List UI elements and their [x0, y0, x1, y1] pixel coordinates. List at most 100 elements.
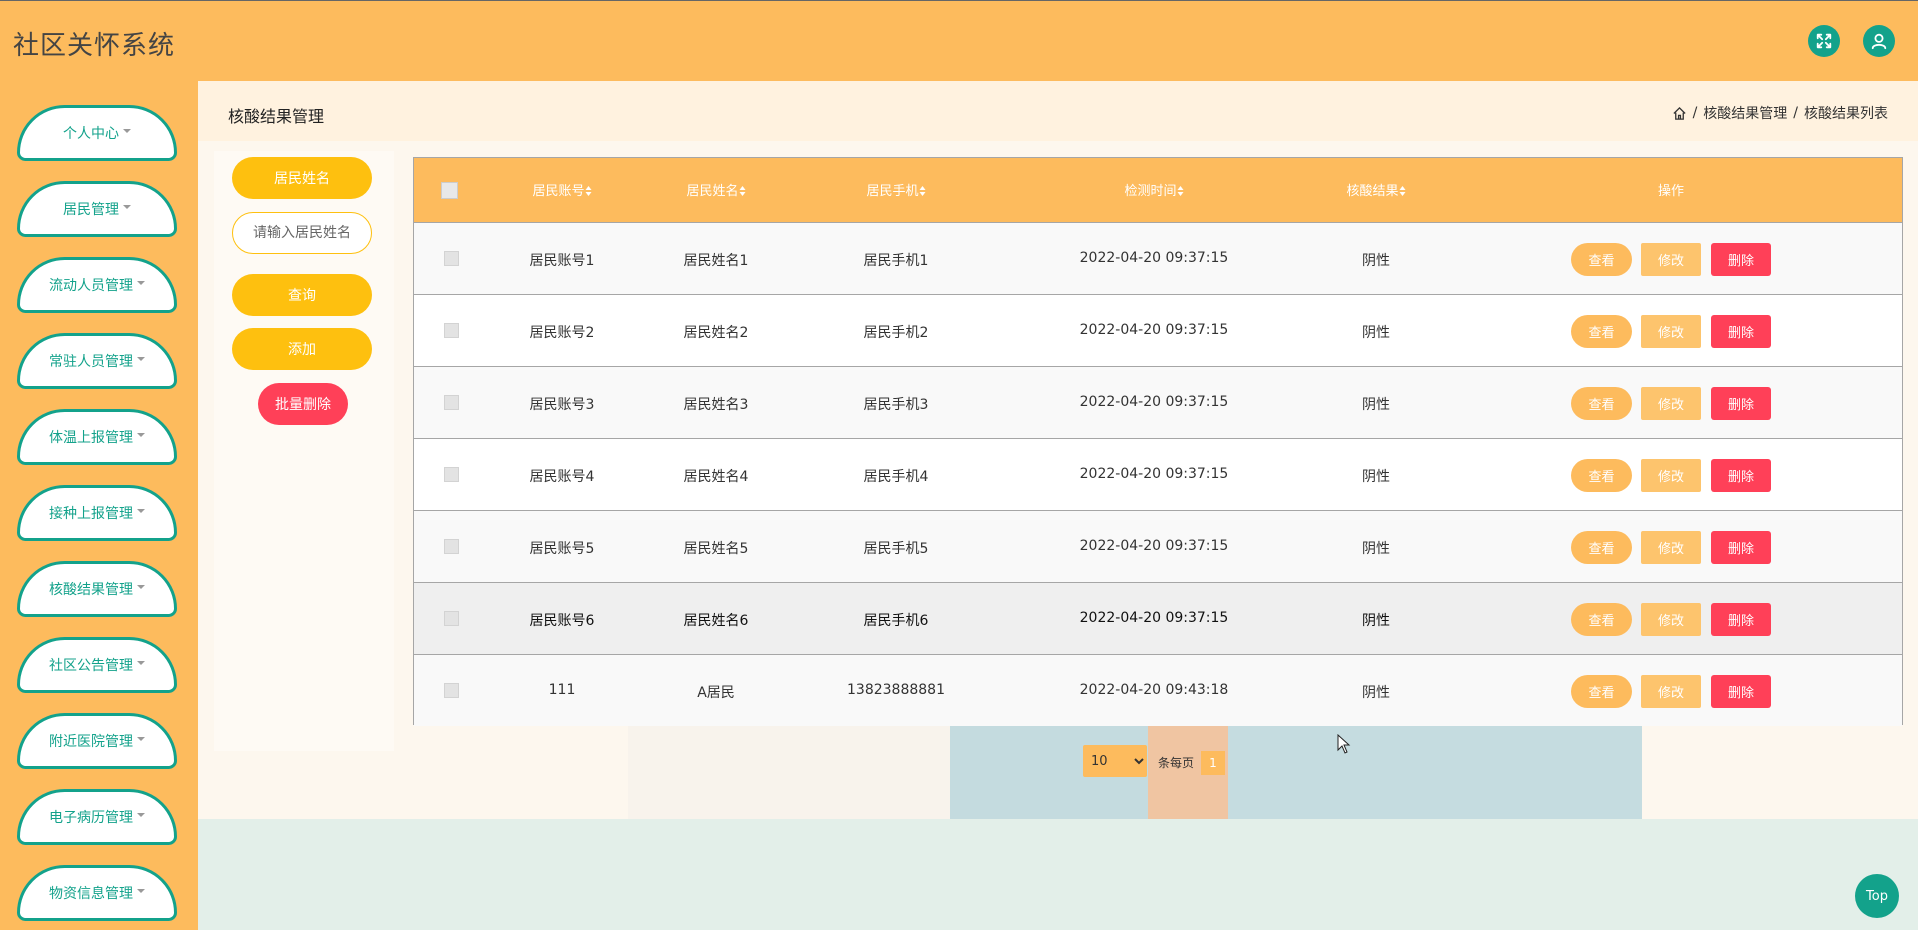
view-button[interactable]: 查看 — [1571, 315, 1632, 348]
table-header: 居民账号 居民姓名 居民手机 检测时间 核酸结果 操作 — [414, 158, 1902, 222]
back-to-top-button[interactable]: Top — [1855, 874, 1899, 918]
view-button[interactable]: 查看 — [1571, 603, 1632, 636]
row-checkbox[interactable] — [444, 395, 459, 410]
cell-account: 111 — [548, 682, 576, 698]
caret-down-icon — [123, 129, 131, 133]
caret-down-icon — [137, 585, 145, 589]
cell-time: 2022-04-20 09:37:15 — [1079, 394, 1229, 410]
select-all-checkbox[interactable] — [441, 182, 458, 199]
caret-down-icon — [137, 433, 145, 437]
sidebar-item-temperature-report[interactable]: 体温上报管理 — [17, 409, 177, 465]
delete-button[interactable]: 删除 — [1711, 531, 1771, 564]
breadcrumb-item-module[interactable]: 核酸结果管理 — [1703, 103, 1787, 123]
fullscreen-button[interactable] — [1808, 25, 1840, 57]
caret-down-icon — [137, 889, 145, 893]
row-checkbox[interactable] — [444, 611, 459, 626]
page-title: 核酸结果管理 — [228, 107, 325, 126]
column-header-result[interactable]: 核酸结果 — [1346, 180, 1406, 199]
delete-button[interactable]: 删除 — [1711, 387, 1771, 420]
sidebar-item-supplies[interactable]: 物资信息管理 — [17, 865, 177, 921]
cell-name: 居民姓名4 — [683, 469, 749, 485]
sidebar-item-label: 常驻人员管理 — [49, 354, 133, 370]
table-row[interactable]: 居民账号2 居民姓名2 居民手机2 2022-04-20 09:37:15 阴性 查看 修改… — [414, 294, 1902, 366]
row-checkbox[interactable] — [444, 323, 459, 338]
sidebar-item-permanent-residents[interactable]: 常驻人员管理 — [17, 333, 177, 389]
cell-time: 2022-04-20 09:37:15 — [1079, 322, 1229, 338]
view-button[interactable]: 查看 — [1571, 459, 1632, 492]
sidebar-item-floating-population[interactable]: 流动人员管理 — [17, 257, 177, 313]
cell-name: 居民姓名2 — [683, 325, 749, 341]
cell-name: 居民姓名3 — [683, 397, 749, 413]
sidebar-item-label: 接种上报管理 — [49, 506, 133, 522]
view-button[interactable]: 查看 — [1571, 675, 1632, 708]
caret-down-icon — [137, 509, 145, 513]
caret-down-icon — [137, 737, 145, 741]
row-checkbox[interactable] — [444, 539, 459, 554]
sidebar-item-label: 居民管理 — [63, 202, 119, 218]
edit-button[interactable]: 修改 — [1641, 459, 1701, 492]
table-row[interactable]: 居民账号5 居民姓名5 居民手机5 2022-04-20 09:37:15 阴性 查看 修改… — [414, 510, 1902, 582]
breadcrumb-separator: / — [1692, 105, 1698, 121]
edit-button[interactable]: 修改 — [1641, 675, 1701, 708]
add-button[interactable]: 添加 — [232, 328, 372, 370]
batch-delete-button[interactable]: 批量删除 — [258, 383, 348, 425]
cell-phone: 13823888881 — [847, 682, 945, 698]
row-checkbox[interactable] — [444, 251, 459, 266]
column-header-account[interactable]: 居民账号 — [532, 180, 592, 199]
cell-phone: 居民手机5 — [863, 541, 929, 557]
caret-down-icon — [137, 661, 145, 665]
table-row[interactable]: 居民账号3 居民姓名3 居民手机3 2022-04-20 09:37:15 阴性 查看 修改… — [414, 366, 1902, 438]
view-button[interactable]: 查看 — [1571, 243, 1632, 276]
sidebar-item-nucleic-results[interactable]: 核酸结果管理 — [17, 561, 177, 617]
edit-button[interactable]: 修改 — [1641, 603, 1701, 636]
sidebar-item-announcements[interactable]: 社区公告管理 — [17, 637, 177, 693]
view-button[interactable]: 查看 — [1571, 387, 1632, 420]
user-button[interactable] — [1863, 25, 1895, 57]
footer-area — [198, 819, 1918, 930]
sidebar-item-vaccination-report[interactable]: 接种上报管理 — [17, 485, 177, 541]
sidebar-item-personal-center[interactable]: 个人中心 — [17, 105, 177, 161]
edit-button[interactable]: 修改 — [1641, 531, 1701, 564]
view-button[interactable]: 查看 — [1571, 531, 1632, 564]
column-header-actions: 操作 — [1657, 184, 1685, 199]
row-checkbox[interactable] — [444, 467, 459, 482]
sort-icon — [585, 186, 592, 196]
cell-time: 2022-04-20 09:37:15 — [1079, 538, 1229, 554]
edit-button[interactable]: 修改 — [1641, 387, 1701, 420]
name-search-input[interactable] — [232, 212, 372, 254]
cell-result: 阴性 — [1362, 253, 1390, 269]
breadcrumb-item-list: 核酸结果列表 — [1804, 106, 1888, 122]
delete-button[interactable]: 删除 — [1711, 675, 1771, 708]
table-row[interactable]: 居民账号6 居民姓名6 居民手机6 2022-04-20 09:37:15 阴性 查看 修改… — [414, 582, 1902, 654]
table-row[interactable]: 居民账号1 居民姓名1 居民手机1 2022-04-20 09:37:15 阴性 查看 修改… — [414, 222, 1902, 294]
cell-time: 2022-04-20 09:37:15 — [1079, 250, 1229, 266]
page-size-select[interactable]: 10 — [1083, 745, 1147, 777]
delete-button[interactable]: 删除 — [1711, 315, 1771, 348]
row-checkbox[interactable] — [444, 683, 459, 698]
table-row[interactable]: 111 A居民 13823888881 2022-04-20 09:43:18 阴性 查看… — [414, 654, 1902, 726]
delete-button[interactable]: 删除 — [1711, 459, 1771, 492]
table-row[interactable]: 居民账号4 居民姓名4 居民手机4 2022-04-20 09:37:15 阴性 查看 修改… — [414, 438, 1902, 510]
sidebar-item-label: 个人中心 — [63, 126, 119, 142]
cell-time: 2022-04-20 09:37:15 — [1079, 466, 1229, 482]
column-header-test-time[interactable]: 检测时间 — [1124, 180, 1184, 199]
cell-phone: 居民手机3 — [863, 397, 929, 413]
breadcrumb: / 核酸结果管理 / 核酸结果列表 — [1672, 103, 1888, 123]
per-page-label: 条每页 — [1158, 756, 1195, 770]
sidebar-item-nearby-hospitals[interactable]: 附近医院管理 — [17, 713, 177, 769]
sidebar-item-medical-records[interactable]: 电子病历管理 — [17, 789, 177, 845]
edit-button[interactable]: 修改 — [1641, 243, 1701, 276]
delete-button[interactable]: 删除 — [1711, 603, 1771, 636]
home-icon[interactable] — [1672, 106, 1687, 121]
page-number-1[interactable]: 1 — [1201, 751, 1225, 775]
delete-button[interactable]: 删除 — [1711, 243, 1771, 276]
column-header-phone[interactable]: 居民手机 — [866, 180, 926, 199]
sidebar-item-residents[interactable]: 居民管理 — [17, 181, 177, 237]
query-button[interactable]: 查询 — [232, 274, 372, 316]
user-icon — [1871, 33, 1887, 50]
sidebar-item-label: 物资信息管理 — [49, 886, 133, 902]
column-header-name[interactable]: 居民姓名 — [686, 180, 746, 199]
edit-button[interactable]: 修改 — [1641, 315, 1701, 348]
breadcrumb-bar: 核酸结果管理 / 核酸结果管理 / 核酸结果列表 — [198, 81, 1918, 141]
caret-down-icon — [137, 281, 145, 285]
